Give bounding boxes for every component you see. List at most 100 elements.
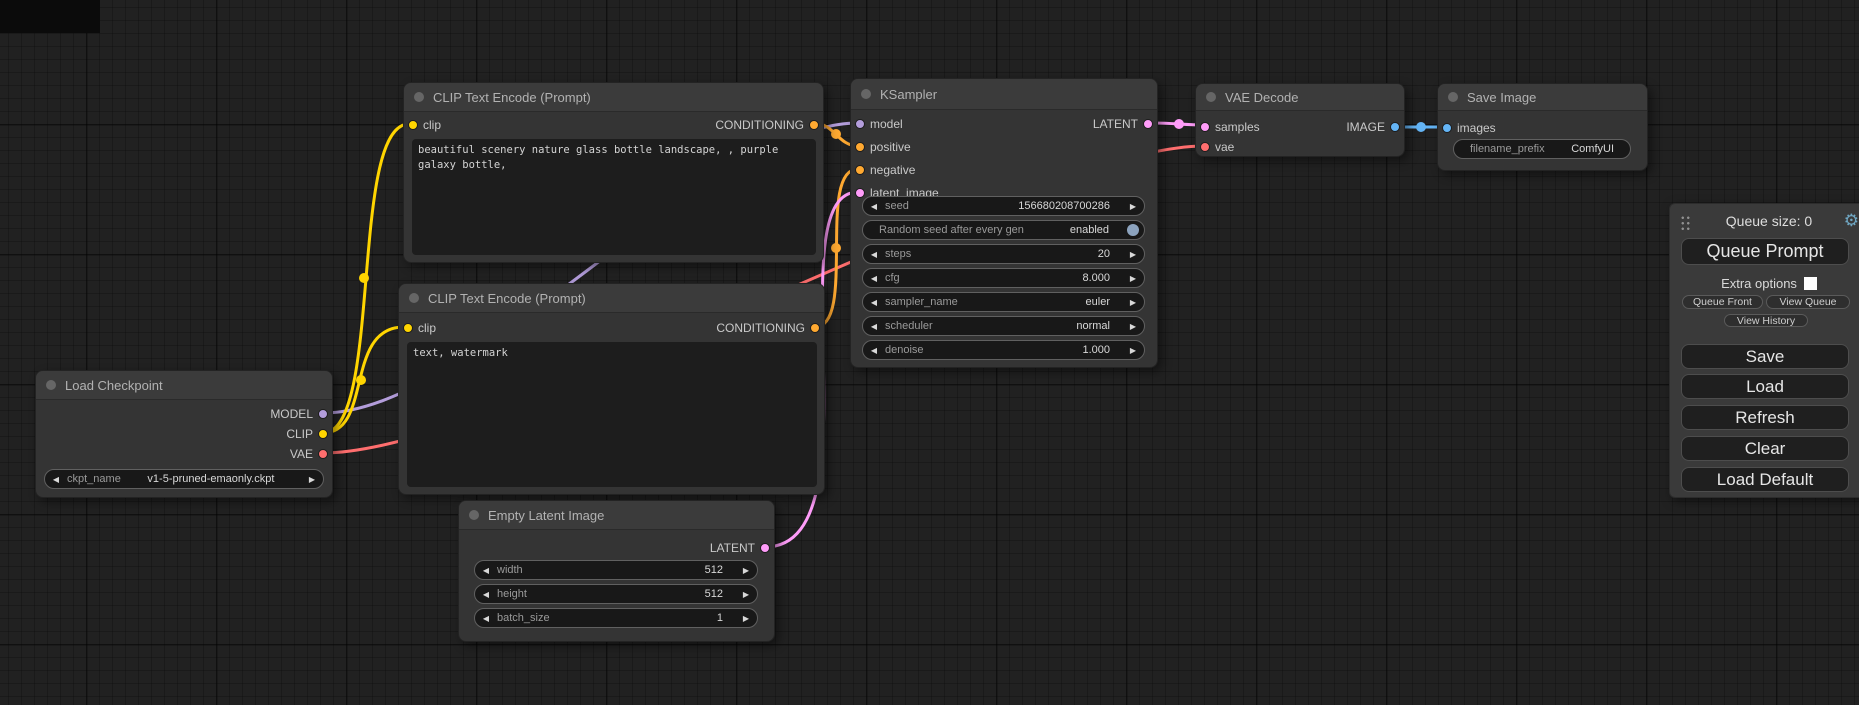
node-save-image[interactable]: Save Image images filename_prefix ComfyU… bbox=[1437, 83, 1648, 171]
widget-value[interactable]: 1 bbox=[550, 612, 735, 624]
prompt-textarea[interactable]: beautiful scenery nature glass bottle la… bbox=[412, 139, 816, 255]
positive-input-port[interactable] bbox=[855, 142, 865, 152]
widget-value[interactable]: enabled bbox=[1024, 224, 1121, 236]
link-midpoint-dot[interactable] bbox=[356, 375, 366, 385]
widget-value[interactable]: 512 bbox=[523, 564, 735, 576]
increment-arrow-icon[interactable]: ▶ bbox=[301, 475, 323, 484]
ckpt-name-widget[interactable]: ◀ ckpt_name v1-5-pruned-emaonly.ckpt ▶ bbox=[44, 469, 324, 489]
queue-prompt-button[interactable]: Queue Prompt bbox=[1681, 238, 1849, 265]
vae-input-port[interactable] bbox=[1200, 142, 1210, 152]
decrement-arrow-icon[interactable]: ◀ bbox=[863, 298, 885, 307]
widget-value[interactable]: 8.000 bbox=[900, 272, 1122, 284]
cfg-widget[interactable]: ◀ cfg 8.000 ▶ bbox=[862, 268, 1145, 288]
decrement-arrow-icon[interactable]: ◀ bbox=[863, 202, 885, 211]
queue-menu-panel[interactable]: Queue size: 0 ⚙ Queue Prompt Extra optio… bbox=[1669, 203, 1859, 498]
prompt-textarea[interactable]: text, watermark bbox=[407, 342, 817, 487]
widget-value[interactable]: 20 bbox=[911, 248, 1122, 260]
latent-image-input-port[interactable] bbox=[855, 188, 865, 198]
view-queue-button[interactable]: View Queue bbox=[1766, 295, 1850, 309]
link-midpoint-dot[interactable] bbox=[1416, 122, 1426, 132]
increment-arrow-icon[interactable]: ▶ bbox=[735, 590, 757, 599]
node-collapse-dot[interactable] bbox=[1448, 92, 1458, 102]
toggle-indicator[interactable] bbox=[1127, 224, 1139, 236]
increment-arrow-icon[interactable]: ▶ bbox=[1122, 250, 1144, 259]
node-clip-text-encode-positive[interactable]: CLIP Text Encode (Prompt) clip CONDITION… bbox=[403, 82, 824, 263]
load-default-button[interactable]: Load Default bbox=[1681, 467, 1849, 492]
node-title-bar[interactable]: Load Checkpoint bbox=[36, 371, 332, 400]
node-vae-decode[interactable]: VAE Decode samples IMAGE vae bbox=[1195, 83, 1405, 157]
node-collapse-dot[interactable] bbox=[414, 92, 424, 102]
node-collapse-dot[interactable] bbox=[46, 380, 56, 390]
node-ksampler[interactable]: KSampler model LATENT positive negative … bbox=[850, 78, 1158, 368]
decrement-arrow-icon[interactable]: ◀ bbox=[475, 566, 497, 575]
samples-input-port[interactable] bbox=[1200, 122, 1210, 132]
node-title-bar[interactable]: VAE Decode bbox=[1196, 84, 1404, 111]
decrement-arrow-icon[interactable]: ◀ bbox=[475, 614, 497, 623]
steps-widget[interactable]: ◀ steps 20 ▶ bbox=[862, 244, 1145, 264]
node-collapse-dot[interactable] bbox=[469, 510, 479, 520]
random-seed-toggle[interactable]: Random seed after every gen enabled bbox=[862, 220, 1145, 240]
widget-value[interactable]: v1-5-pruned-emaonly.ckpt bbox=[121, 473, 301, 485]
latent-output-port[interactable] bbox=[760, 543, 770, 553]
decrement-arrow-icon[interactable]: ◀ bbox=[863, 322, 885, 331]
widget-value[interactable]: 156680208700286 bbox=[909, 200, 1122, 212]
widget-value[interactable]: 1.000 bbox=[924, 344, 1122, 356]
link-midpoint-dot[interactable] bbox=[831, 243, 841, 253]
view-history-button[interactable]: View History bbox=[1724, 314, 1808, 327]
increment-arrow-icon[interactable]: ▶ bbox=[1122, 298, 1144, 307]
denoise-widget[interactable]: ◀ denoise 1.000 ▶ bbox=[862, 340, 1145, 360]
node-collapse-dot[interactable] bbox=[861, 89, 871, 99]
increment-arrow-icon[interactable]: ▶ bbox=[1122, 202, 1144, 211]
node-empty-latent-image[interactable]: Empty Latent Image LATENT ◀ width 512 ▶ … bbox=[458, 500, 775, 642]
node-title-bar[interactable]: CLIP Text Encode (Prompt) bbox=[404, 83, 823, 112]
increment-arrow-icon[interactable]: ▶ bbox=[1122, 322, 1144, 331]
queue-front-button[interactable]: Queue Front bbox=[1682, 295, 1763, 309]
node-title-bar[interactable]: Save Image bbox=[1438, 84, 1647, 111]
increment-arrow-icon[interactable]: ▶ bbox=[1122, 346, 1144, 355]
link-midpoint-dot[interactable] bbox=[359, 273, 369, 283]
increment-arrow-icon[interactable]: ▶ bbox=[735, 614, 757, 623]
clear-button[interactable]: Clear bbox=[1681, 436, 1849, 461]
conditioning-output-port[interactable] bbox=[809, 120, 819, 130]
decrement-arrow-icon[interactable]: ◀ bbox=[863, 250, 885, 259]
refresh-button[interactable]: Refresh bbox=[1681, 405, 1849, 430]
vae-output-port[interactable] bbox=[318, 449, 328, 459]
decrement-arrow-icon[interactable]: ◀ bbox=[475, 590, 497, 599]
height-widget[interactable]: ◀ height 512 ▶ bbox=[474, 584, 758, 604]
node-clip-text-encode-negative[interactable]: CLIP Text Encode (Prompt) clip CONDITION… bbox=[398, 283, 825, 495]
images-input-port[interactable] bbox=[1442, 123, 1452, 133]
widget-value[interactable]: normal bbox=[933, 320, 1122, 332]
batch-size-widget[interactable]: ◀ batch_size 1 ▶ bbox=[474, 608, 758, 628]
decrement-arrow-icon[interactable]: ◀ bbox=[863, 274, 885, 283]
link-midpoint-dot[interactable] bbox=[1174, 119, 1184, 129]
load-button[interactable]: Load bbox=[1681, 374, 1849, 399]
widget-value[interactable]: 512 bbox=[527, 588, 735, 600]
link-midpoint-dot[interactable] bbox=[831, 129, 841, 139]
extra-options-checkbox[interactable] bbox=[1804, 277, 1817, 290]
decrement-arrow-icon[interactable]: ◀ bbox=[863, 346, 885, 355]
node-collapse-dot[interactable] bbox=[409, 293, 419, 303]
filename-prefix-widget[interactable]: filename_prefix ComfyUI bbox=[1453, 139, 1631, 159]
node-title-bar[interactable]: CLIP Text Encode (Prompt) bbox=[399, 284, 824, 313]
node-title-bar[interactable]: KSampler bbox=[851, 79, 1157, 110]
latent-output-port[interactable] bbox=[1143, 119, 1153, 129]
negative-input-port[interactable] bbox=[855, 165, 865, 175]
model-output-port[interactable] bbox=[318, 409, 328, 419]
sampler-name-widget[interactable]: ◀ sampler_name euler ▶ bbox=[862, 292, 1145, 312]
node-collapse-dot[interactable] bbox=[1206, 92, 1216, 102]
scheduler-widget[interactable]: ◀ scheduler normal ▶ bbox=[862, 316, 1145, 336]
gear-icon[interactable]: ⚙ bbox=[1844, 211, 1859, 231]
clip-input-port[interactable] bbox=[408, 120, 418, 130]
node-load-checkpoint[interactable]: Load Checkpoint MODEL CLIP VAE ◀ ckpt_na… bbox=[35, 370, 333, 498]
conditioning-output-port[interactable] bbox=[810, 323, 820, 333]
increment-arrow-icon[interactable]: ▶ bbox=[735, 566, 757, 575]
clip-input-port[interactable] bbox=[403, 323, 413, 333]
width-widget[interactable]: ◀ width 512 ▶ bbox=[474, 560, 758, 580]
node-title-bar[interactable]: Empty Latent Image bbox=[459, 501, 774, 530]
seed-widget[interactable]: ◀ seed 156680208700286 ▶ bbox=[862, 196, 1145, 216]
image-output-port[interactable] bbox=[1390, 122, 1400, 132]
increment-arrow-icon[interactable]: ▶ bbox=[1122, 274, 1144, 283]
widget-value[interactable]: euler bbox=[958, 296, 1122, 308]
widget-value[interactable]: ComfyUI bbox=[1545, 143, 1630, 155]
decrement-arrow-icon[interactable]: ◀ bbox=[45, 475, 67, 484]
